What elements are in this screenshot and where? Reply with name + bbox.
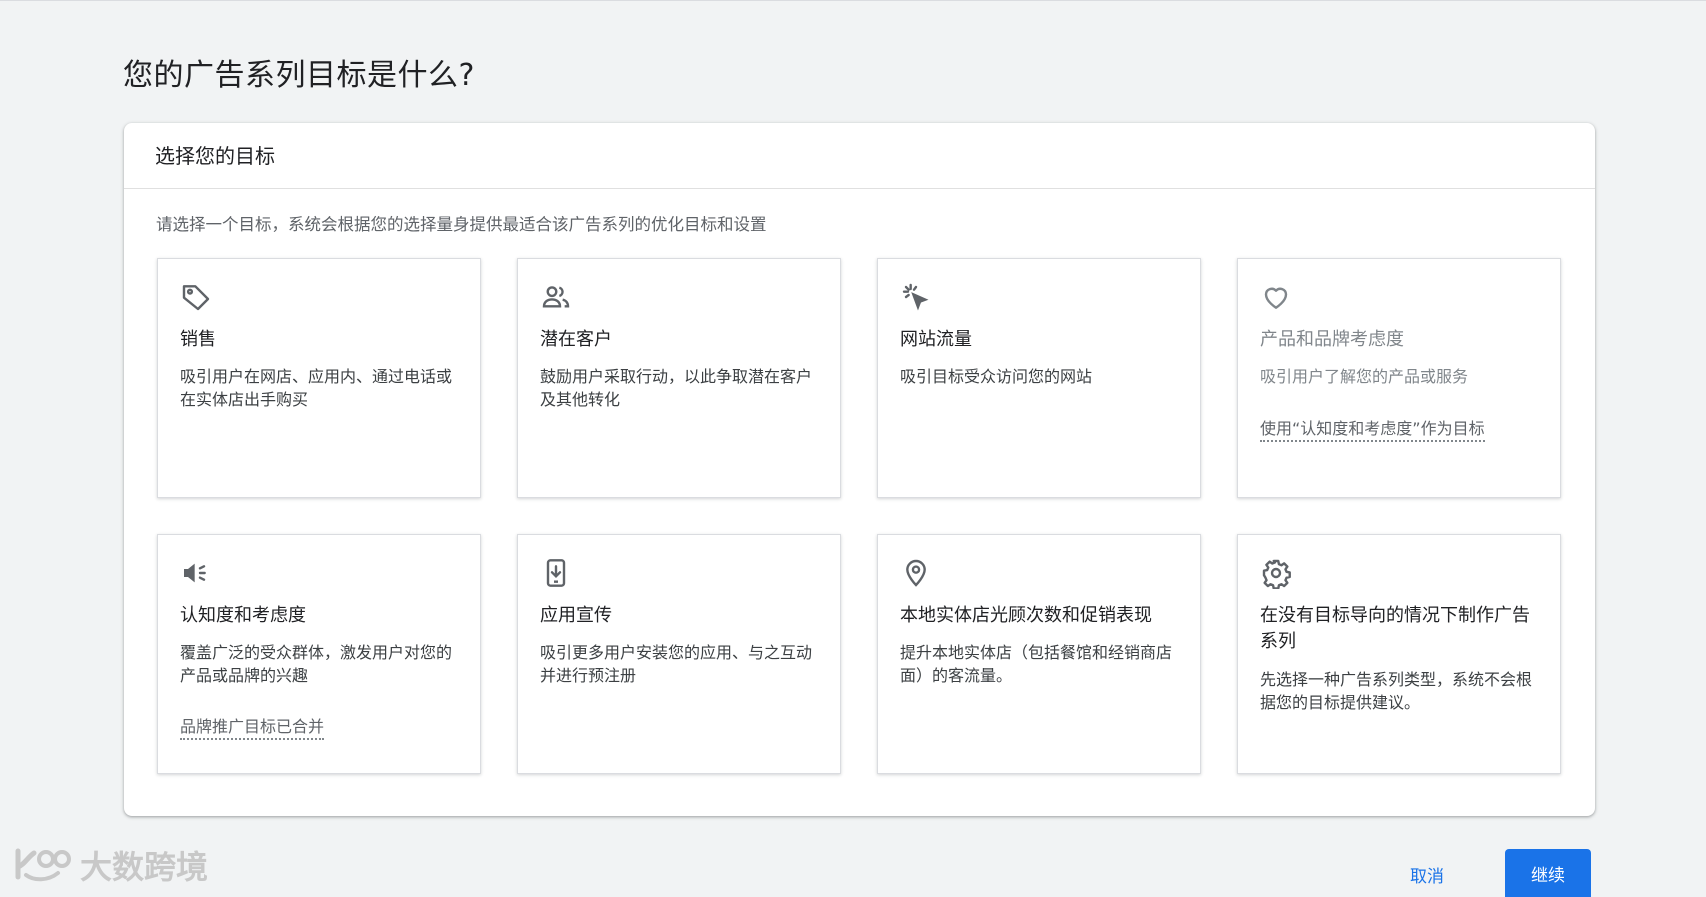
use-awareness-link[interactable]: 使用“认知度和考虑度”作为目标 (1260, 418, 1485, 442)
goal-title: 潜在客户 (540, 329, 612, 350)
gear-icon (1260, 557, 1292, 589)
cursor-click-icon (900, 281, 932, 313)
watermark-logo: 大数跨境 (12, 842, 208, 888)
top-divider (0, 0, 1706, 1)
goal-title: 网站流量 (900, 329, 972, 350)
continue-button[interactable]: 继续 (1505, 849, 1591, 897)
goal-card-leads[interactable]: 潜在客户 鼓励用户采取行动，以此争取潜在客户及其他转化 (517, 258, 841, 498)
page-title: 您的广告系列目标是什么? (123, 58, 475, 93)
goal-title: 销售 (180, 329, 216, 350)
goal-description: 提升本地实体店（包括餐馆和经销商店面）的客流量。 (900, 643, 1173, 685)
brand-goal-merged-link[interactable]: 品牌推广目标已合并 (180, 716, 325, 740)
goal-description: 吸引用户在网店、应用内、通过电话或在实体店出手购买 (180, 367, 453, 409)
goal-description: 鼓励用户采取行动，以此争取潜在客户及其他转化 (540, 367, 813, 409)
megaphone-icon (180, 557, 212, 589)
goal-title: 认知度和考虑度 (180, 605, 306, 626)
goal-title: 在没有目标导向的情况下制作广告系列 (1260, 605, 1530, 652)
goal-card-awareness[interactable]: 认知度和考虑度 覆盖广泛的受众群体，激发用户对您的产品或品牌的兴趣 品牌推广目标… (157, 534, 481, 774)
goal-title: 产品和品牌考虑度 (1260, 329, 1404, 350)
goal-description: 先选择一种广告系列类型，系统不会根据您的目标提供建议。 (1260, 670, 1533, 712)
location-pin-icon (900, 557, 932, 589)
goal-card-no-goal[interactable]: 在没有目标导向的情况下制作广告系列 先选择一种广告系列类型，系统不会根据您的目标… (1237, 534, 1561, 774)
heart-icon (1260, 281, 1292, 313)
cancel-button[interactable]: 取消 (1410, 862, 1444, 887)
goal-description: 覆盖广泛的受众群体，激发用户对您的产品或品牌的兴趣 (180, 643, 453, 685)
panel-description: 请选择一个目标，系统会根据您的选择量身提供最适合该广告系列的优化目标和设置 (156, 215, 767, 234)
tag-icon (180, 281, 212, 313)
goal-description: 吸引目标受众访问您的网站 (900, 367, 1093, 386)
goal-description: 吸引用户了解您的产品或服务 (1260, 367, 1469, 386)
watermark-text: 大数跨境 (80, 848, 209, 886)
goal-card-website-traffic[interactable]: 网站流量 吸引目标受众访问您的网站 (877, 258, 1201, 498)
watermark-emblem-icon (15, 848, 71, 882)
people-icon (540, 281, 572, 313)
goal-title: 本地实体店光顾次数和促销表现 (900, 605, 1152, 626)
goal-card-local-store[interactable]: 本地实体店光顾次数和促销表现 提升本地实体店（包括餐馆和经销商店面）的客流量。 (877, 534, 1201, 774)
goal-title: 应用宣传 (540, 605, 612, 626)
mobile-download-icon (540, 557, 572, 589)
panel-title: 选择您的目标 (155, 144, 275, 168)
panel-header: 选择您的目标 (124, 123, 1595, 189)
goal-card-brand-consideration[interactable]: 产品和品牌考虑度 吸引用户了解您的产品或服务 使用“认知度和考虑度”作为目标 (1237, 258, 1561, 498)
goal-description: 吸引更多用户安装您的应用、与之互动并进行预注册 (540, 643, 813, 685)
goal-card-sales[interactable]: 销售 吸引用户在网店、应用内、通过电话或在实体店出手购买 (157, 258, 481, 498)
goal-card-app-promotion[interactable]: 应用宣传 吸引更多用户安装您的应用、与之互动并进行预注册 (517, 534, 841, 774)
goal-selection-panel: 选择您的目标 请选择一个目标，系统会根据您的选择量身提供最适合该广告系列的优化目… (124, 123, 1595, 816)
